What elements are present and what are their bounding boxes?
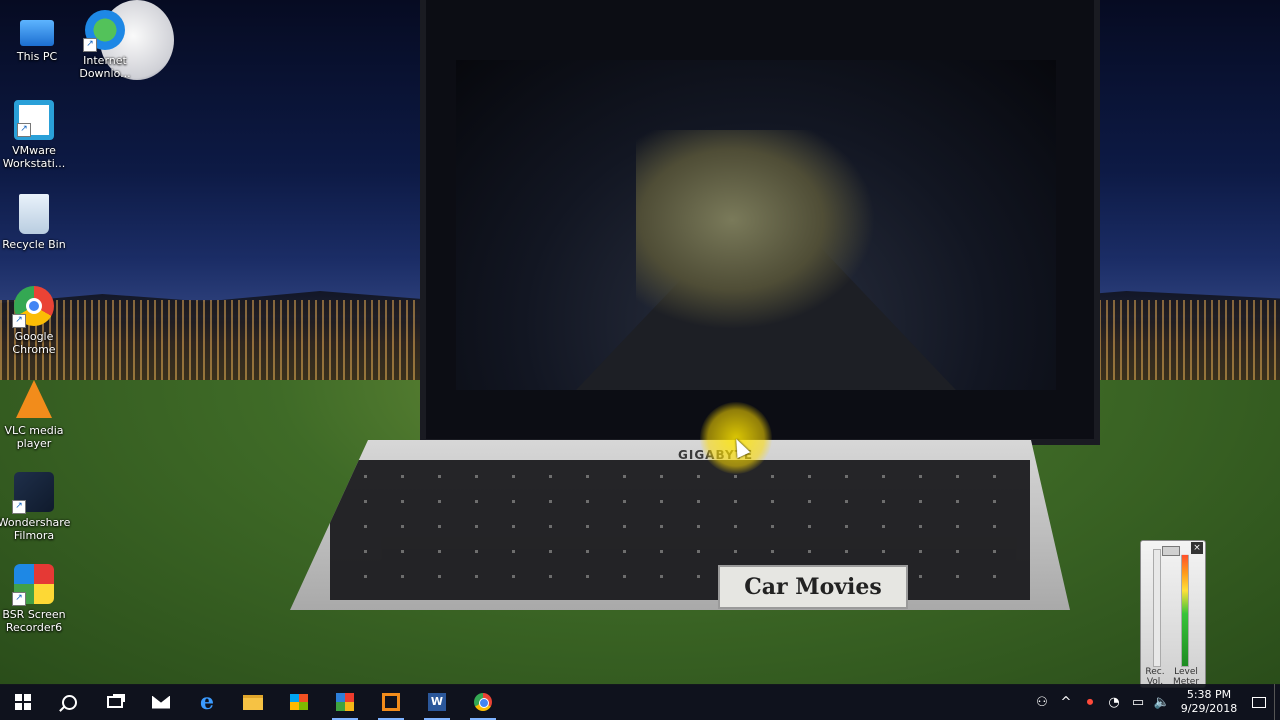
desktop-icon-label: BSR Screen Recorder6 xyxy=(2,608,66,634)
task-view-button[interactable] xyxy=(92,684,138,720)
taskbar-clock[interactable]: 5:38 PM 9/29/2018 xyxy=(1174,688,1244,716)
notification-icon xyxy=(1252,696,1266,708)
taskbar: e W ⚇ ^ ⏺ ◔ ▭ 🔈 5:38 PM 9/29/2018 xyxy=(0,684,1280,720)
vmware-taskbar-button[interactable] xyxy=(368,684,414,720)
tiles-app-button[interactable] xyxy=(322,684,368,720)
search-button[interactable] xyxy=(46,684,92,720)
chevron-up-icon[interactable]: ^ xyxy=(1054,684,1078,720)
desktop-icon-label: Wondershare Filmora xyxy=(0,516,71,542)
system-tray: ⚇ ^ ⏺ ◔ ▭ 🔈 5:38 PM 9/29/2018 xyxy=(1030,684,1280,720)
desktop-icon-recycle-bin[interactable]: Recycle Bin xyxy=(0,194,71,251)
wallpaper-laptop-screen xyxy=(420,0,1100,445)
folder-icon xyxy=(243,694,263,710)
wallpaper-keys xyxy=(330,460,1030,600)
file-explorer-button[interactable] xyxy=(230,684,276,720)
desktop-icon-label: VMware Workstati... xyxy=(2,144,66,170)
vlc-cone-icon xyxy=(16,380,52,418)
vmware-icon: ↗ xyxy=(14,100,54,140)
network-icon[interactable]: ◔ xyxy=(1102,684,1126,720)
chrome-icon: ↗ xyxy=(12,286,54,328)
desktop-icon-bsr-screen-recorder[interactable]: ↗ BSR Screen Recorder6 xyxy=(0,564,71,634)
volume-icon[interactable]: 🔈 xyxy=(1150,684,1174,720)
word-taskbar-button[interactable]: W xyxy=(414,684,460,720)
shortcut-arrow-icon: ↗ xyxy=(12,500,26,514)
wallpaper-sign: Car Movies xyxy=(718,565,908,609)
desktop-icon-google-chrome[interactable]: ↗ Google Chrome xyxy=(0,286,71,356)
rec-vol-track[interactable] xyxy=(1153,546,1180,667)
level-meter-bar xyxy=(1181,554,1189,667)
word-icon: W xyxy=(428,693,446,711)
desktop-icon-label: This PC xyxy=(16,50,58,63)
battery-icon[interactable]: ▭ xyxy=(1126,684,1150,720)
edge-button[interactable]: e xyxy=(184,684,230,720)
desktop-icon-label: Google Chrome xyxy=(12,330,56,356)
level-meter-widget[interactable]: × Rec. Vol. Level Meter xyxy=(1140,540,1206,688)
chrome-taskbar-button[interactable] xyxy=(460,684,506,720)
start-button[interactable] xyxy=(0,684,46,720)
task-view-icon xyxy=(107,696,123,708)
desktop-icon-label: VLC media player xyxy=(4,424,64,450)
shortcut-arrow-icon: ↗ xyxy=(17,123,31,137)
bsr-recorder-icon: ↗ xyxy=(12,564,54,606)
edge-icon: e xyxy=(200,689,214,715)
desktop-icon-label: Internet Downlo... xyxy=(79,54,131,80)
shortcut-arrow-icon: ↗ xyxy=(12,592,26,606)
mail-icon xyxy=(152,695,170,709)
recorder-tray-icon[interactable]: ⏺ xyxy=(1078,684,1102,720)
shortcut-arrow-icon: ↗ xyxy=(12,314,26,328)
desktop-icon-filmora[interactable]: ↗ Wondershare Filmora xyxy=(0,472,71,542)
clock-time: 5:38 PM xyxy=(1186,688,1232,701)
desktop-icon-label: Recycle Bin xyxy=(2,238,66,251)
action-center-button[interactable] xyxy=(1244,684,1274,720)
store-button[interactable] xyxy=(276,684,322,720)
computer-icon xyxy=(20,20,54,46)
close-icon[interactable]: × xyxy=(1191,542,1203,554)
wallpaper-laptop-display xyxy=(456,60,1056,390)
search-icon xyxy=(61,694,77,710)
desktop-wallpaper: GIGABYTE Car Movies xyxy=(0,0,1280,685)
people-icon[interactable]: ⚇ xyxy=(1030,684,1054,720)
download-manager-icon: ↗ xyxy=(83,10,125,52)
wallpaper-laptop-keyboard xyxy=(290,440,1070,610)
wallpaper-dinosaur xyxy=(636,130,876,330)
desktop-icon-this-pc[interactable]: This PC xyxy=(0,10,74,63)
chrome-icon xyxy=(474,693,492,711)
recycle-bin-icon xyxy=(19,194,49,234)
show-desktop-button[interactable] xyxy=(1274,684,1280,720)
vmware-icon xyxy=(382,693,400,711)
desktop-icon-internet-download-manager[interactable]: ↗ Internet Downlo... xyxy=(68,10,142,80)
tiles-app-icon xyxy=(336,693,354,711)
rec-vol-slider-handle[interactable] xyxy=(1162,546,1180,556)
clock-date: 9/29/2018 xyxy=(1180,702,1238,715)
desktop-icon-vlc[interactable]: VLC media player xyxy=(0,380,71,450)
store-icon xyxy=(290,694,308,710)
shortcut-arrow-icon: ↗ xyxy=(83,38,97,52)
filmora-icon: ↗ xyxy=(12,472,54,514)
mail-button[interactable] xyxy=(138,684,184,720)
windows-logo-icon xyxy=(15,694,31,710)
desktop-icon-vmware[interactable]: ↗ VMware Workstati... xyxy=(0,100,71,170)
